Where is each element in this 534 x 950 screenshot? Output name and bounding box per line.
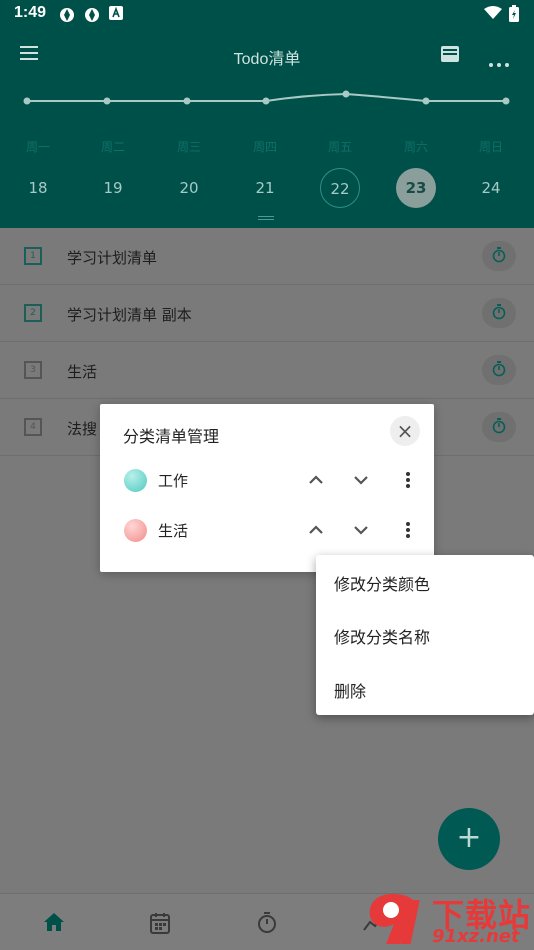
watermark-logo-icon bbox=[369, 894, 420, 944]
stopwatch-icon bbox=[492, 361, 506, 377]
weekday-label: 周四 bbox=[252, 140, 277, 154]
vpn-icon bbox=[60, 8, 74, 22]
timer-button[interactable] bbox=[482, 298, 516, 328]
dialog-title: 分类清单管理 bbox=[123, 427, 220, 446]
menu-item-delete[interactable]: 删除 bbox=[334, 678, 366, 702]
wifi-icon bbox=[484, 6, 502, 19]
list-number-badge: 1 bbox=[24, 247, 42, 265]
chevron-down-icon[interactable] bbox=[352, 471, 370, 489]
watermark: 下载站 91xz.net bbox=[360, 888, 534, 950]
category-row-life: 生活 bbox=[100, 510, 434, 550]
weekday-label: 周二 bbox=[100, 140, 125, 154]
category-row-work: 工作 bbox=[100, 460, 434, 500]
chevron-up-icon[interactable] bbox=[307, 521, 325, 539]
app-header: Todo清单 周一 周二 周三 周四 周五 周六 周日 18 19 20 21 … bbox=[0, 28, 534, 228]
add-fab-button[interactable]: + bbox=[438, 808, 500, 870]
timer-button[interactable] bbox=[482, 355, 516, 385]
list-number-badge: 2 bbox=[24, 304, 42, 322]
list-number-badge: 3 bbox=[24, 361, 42, 379]
weekday-label: 周一 bbox=[25, 140, 50, 154]
chevron-up-icon[interactable] bbox=[307, 471, 325, 489]
calendar-icon[interactable] bbox=[150, 912, 170, 934]
list-item[interactable]: 3 生活 bbox=[0, 342, 534, 399]
list-item-label: 法搜 bbox=[67, 420, 98, 438]
date-cell[interactable]: 20 bbox=[169, 168, 209, 208]
more-options-icon[interactable] bbox=[489, 52, 513, 71]
date-cell[interactable]: 19 bbox=[93, 168, 133, 208]
menu-item-change-color[interactable]: 修改分类颜色 bbox=[334, 571, 430, 595]
list-item[interactable]: 2 学习计划清单 副本 bbox=[0, 285, 534, 342]
category-label: 生活 bbox=[158, 522, 189, 540]
list-item-label: 学习计划清单 副本 bbox=[67, 306, 192, 324]
more-vert-icon[interactable] bbox=[402, 471, 414, 489]
date-cell[interactable]: 21 bbox=[245, 168, 285, 208]
status-bar: 1:49 bbox=[0, 0, 534, 28]
category-manager-dialog: 分类清单管理 × 工作 生活 bbox=[100, 404, 434, 572]
date-cell-today[interactable]: 22 bbox=[320, 168, 360, 208]
category-color-dot[interactable] bbox=[124, 469, 147, 492]
timer-button[interactable] bbox=[482, 412, 516, 442]
date-cell[interactable]: 18 bbox=[18, 168, 58, 208]
battery-icon bbox=[509, 5, 519, 22]
list-item-label: 生活 bbox=[67, 363, 98, 381]
category-color-dot[interactable] bbox=[124, 519, 147, 542]
drag-handle[interactable] bbox=[258, 216, 274, 220]
category-label: 工作 bbox=[158, 472, 189, 490]
menu-item-rename[interactable]: 修改分类名称 bbox=[334, 624, 430, 648]
archive-icon[interactable] bbox=[439, 43, 461, 65]
stopwatch-icon bbox=[492, 247, 506, 263]
font-a-icon bbox=[109, 6, 123, 20]
more-vert-icon[interactable] bbox=[402, 521, 414, 539]
list-number-badge: 4 bbox=[24, 418, 42, 436]
watermark-url: 91xz.net bbox=[432, 926, 520, 947]
weekday-label: 周日 bbox=[478, 140, 503, 154]
list-item[interactable]: 1 学习计划清单 bbox=[0, 228, 534, 285]
stopwatch-icon[interactable] bbox=[257, 912, 277, 934]
weekday-label: 周五 bbox=[327, 140, 352, 154]
weekly-trend-line bbox=[23, 90, 510, 105]
date-cell-selected[interactable]: 23 bbox=[396, 168, 436, 208]
close-button[interactable]: × bbox=[390, 416, 420, 446]
date-cell[interactable]: 24 bbox=[471, 168, 511, 208]
home-icon[interactable] bbox=[43, 912, 65, 932]
status-time: 1:49 bbox=[14, 4, 47, 21]
stopwatch-icon bbox=[492, 418, 506, 434]
timer-button[interactable] bbox=[482, 241, 516, 271]
vpn-icon-2 bbox=[85, 8, 99, 22]
weekday-label: 周六 bbox=[403, 140, 428, 154]
list-item-label: 学习计划清单 bbox=[67, 249, 158, 267]
category-options-menu: 修改分类颜色 修改分类名称 删除 bbox=[316, 555, 534, 715]
stopwatch-icon bbox=[492, 304, 506, 320]
weekday-label: 周三 bbox=[176, 140, 201, 154]
chevron-down-icon[interactable] bbox=[352, 521, 370, 539]
